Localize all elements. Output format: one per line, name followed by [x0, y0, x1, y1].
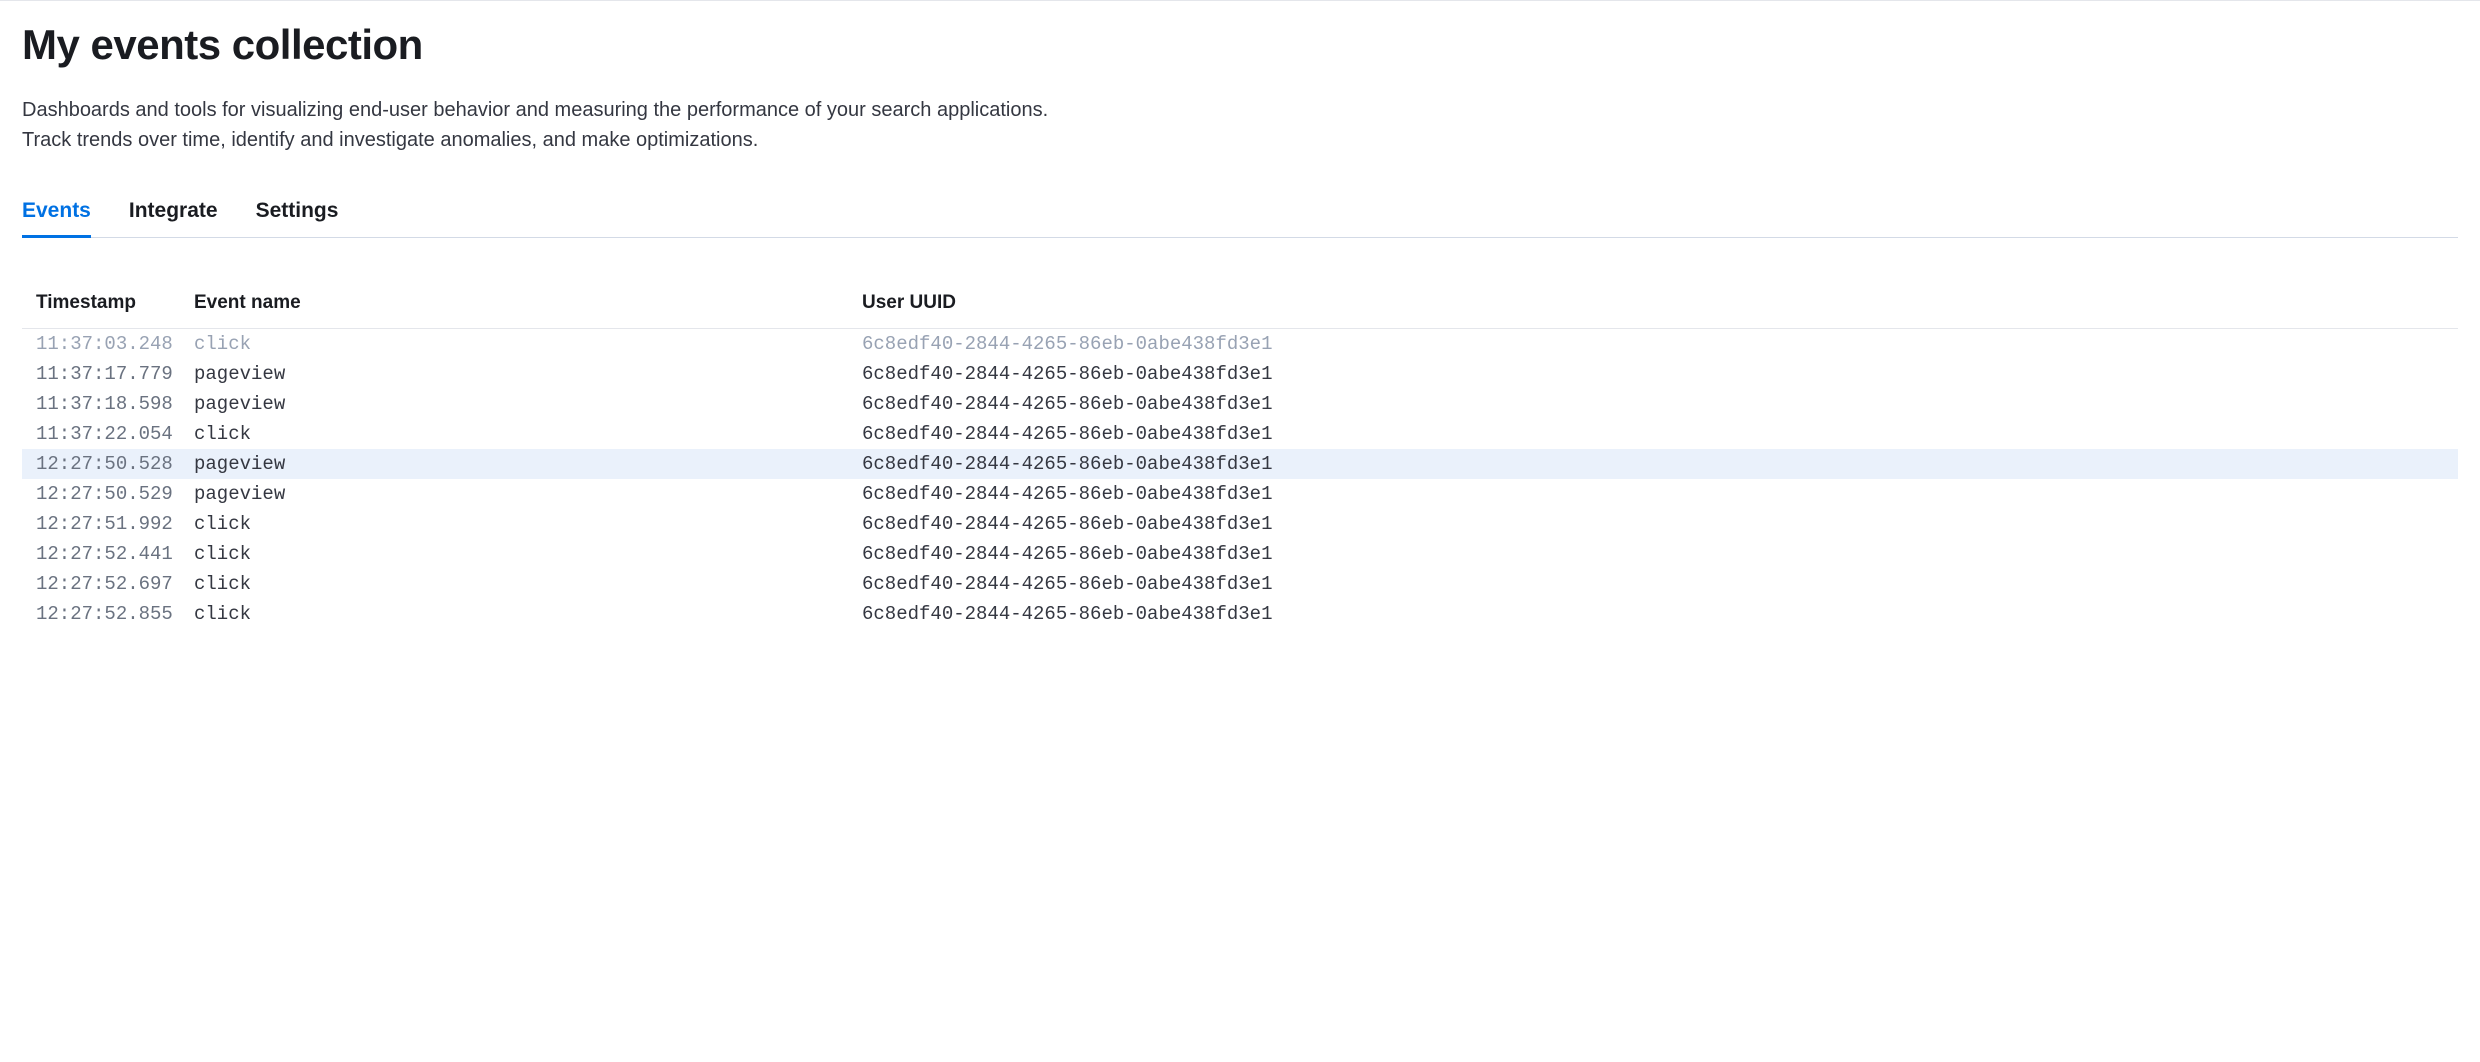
events-table: Timestamp Event name User UUID 11:37:03.… [22, 292, 2458, 629]
table-row[interactable]: 11:37:17.779pageview6c8edf40-2844-4265-8… [22, 359, 2458, 389]
cell-event-name: pageview [194, 453, 862, 475]
cell-user-uuid: 6c8edf40-2844-4265-86eb-0abe438fd3e1 [862, 573, 2458, 595]
page-description-line2: Track trends over time, identify and inv… [22, 129, 758, 151]
cell-user-uuid: 6c8edf40-2844-4265-86eb-0abe438fd3e1 [862, 603, 2458, 625]
table-row[interactable]: 12:27:50.529pageview6c8edf40-2844-4265-8… [22, 479, 2458, 509]
cell-user-uuid: 6c8edf40-2844-4265-86eb-0abe438fd3e1 [862, 363, 2458, 385]
column-header-event-name[interactable]: Event name [194, 292, 862, 314]
cell-event-name: click [194, 513, 862, 535]
table-row[interactable]: 11:37:03.248click6c8edf40-2844-4265-86eb… [22, 329, 2458, 359]
cell-timestamp: 11:37:03.248 [36, 333, 194, 355]
table-row[interactable]: 12:27:51.992click6c8edf40-2844-4265-86eb… [22, 509, 2458, 539]
table-header: Timestamp Event name User UUID [22, 292, 2458, 329]
table-body: 11:37:03.248click6c8edf40-2844-4265-86eb… [22, 329, 2458, 629]
tab-integrate[interactable]: Integrate [129, 199, 218, 238]
cell-user-uuid: 6c8edf40-2844-4265-86eb-0abe438fd3e1 [862, 333, 2458, 355]
cell-timestamp: 12:27:52.855 [36, 603, 194, 625]
table-row[interactable]: 12:27:52.441click6c8edf40-2844-4265-86eb… [22, 539, 2458, 569]
column-header-timestamp[interactable]: Timestamp [36, 292, 194, 314]
cell-event-name: click [194, 333, 862, 355]
table-row[interactable]: 12:27:50.528pageview6c8edf40-2844-4265-8… [22, 449, 2458, 479]
cell-timestamp: 12:27:52.697 [36, 573, 194, 595]
page-description-line1: Dashboards and tools for visualizing end… [22, 99, 1048, 121]
cell-event-name: click [194, 603, 862, 625]
cell-event-name: click [194, 543, 862, 565]
cell-timestamp: 11:37:22.054 [36, 423, 194, 445]
cell-event-name: pageview [194, 483, 862, 505]
page-description: Dashboards and tools for visualizing end… [22, 95, 2458, 155]
cell-user-uuid: 6c8edf40-2844-4265-86eb-0abe438fd3e1 [862, 543, 2458, 565]
cell-user-uuid: 6c8edf40-2844-4265-86eb-0abe438fd3e1 [862, 423, 2458, 445]
tab-events[interactable]: Events [22, 199, 91, 238]
tabs: Events Integrate Settings [22, 199, 2458, 238]
cell-event-name: pageview [194, 363, 862, 385]
column-header-user-uuid[interactable]: User UUID [862, 292, 2458, 314]
cell-event-name: click [194, 423, 862, 445]
table-row[interactable]: 12:27:52.697click6c8edf40-2844-4265-86eb… [22, 569, 2458, 599]
cell-event-name: pageview [194, 393, 862, 415]
cell-timestamp: 11:37:18.598 [36, 393, 194, 415]
cell-event-name: click [194, 573, 862, 595]
cell-timestamp: 12:27:50.528 [36, 453, 194, 475]
table-row[interactable]: 12:27:52.855click6c8edf40-2844-4265-86eb… [22, 599, 2458, 629]
tab-settings[interactable]: Settings [256, 199, 339, 238]
page-title: My events collection [22, 21, 2458, 69]
cell-timestamp: 12:27:52.441 [36, 543, 194, 565]
cell-timestamp: 12:27:50.529 [36, 483, 194, 505]
cell-user-uuid: 6c8edf40-2844-4265-86eb-0abe438fd3e1 [862, 453, 2458, 475]
table-row[interactable]: 11:37:18.598pageview6c8edf40-2844-4265-8… [22, 389, 2458, 419]
cell-timestamp: 12:27:51.992 [36, 513, 194, 535]
cell-user-uuid: 6c8edf40-2844-4265-86eb-0abe438fd3e1 [862, 513, 2458, 535]
table-row[interactable]: 11:37:22.054click6c8edf40-2844-4265-86eb… [22, 419, 2458, 449]
cell-user-uuid: 6c8edf40-2844-4265-86eb-0abe438fd3e1 [862, 483, 2458, 505]
cell-timestamp: 11:37:17.779 [36, 363, 194, 385]
cell-user-uuid: 6c8edf40-2844-4265-86eb-0abe438fd3e1 [862, 393, 2458, 415]
